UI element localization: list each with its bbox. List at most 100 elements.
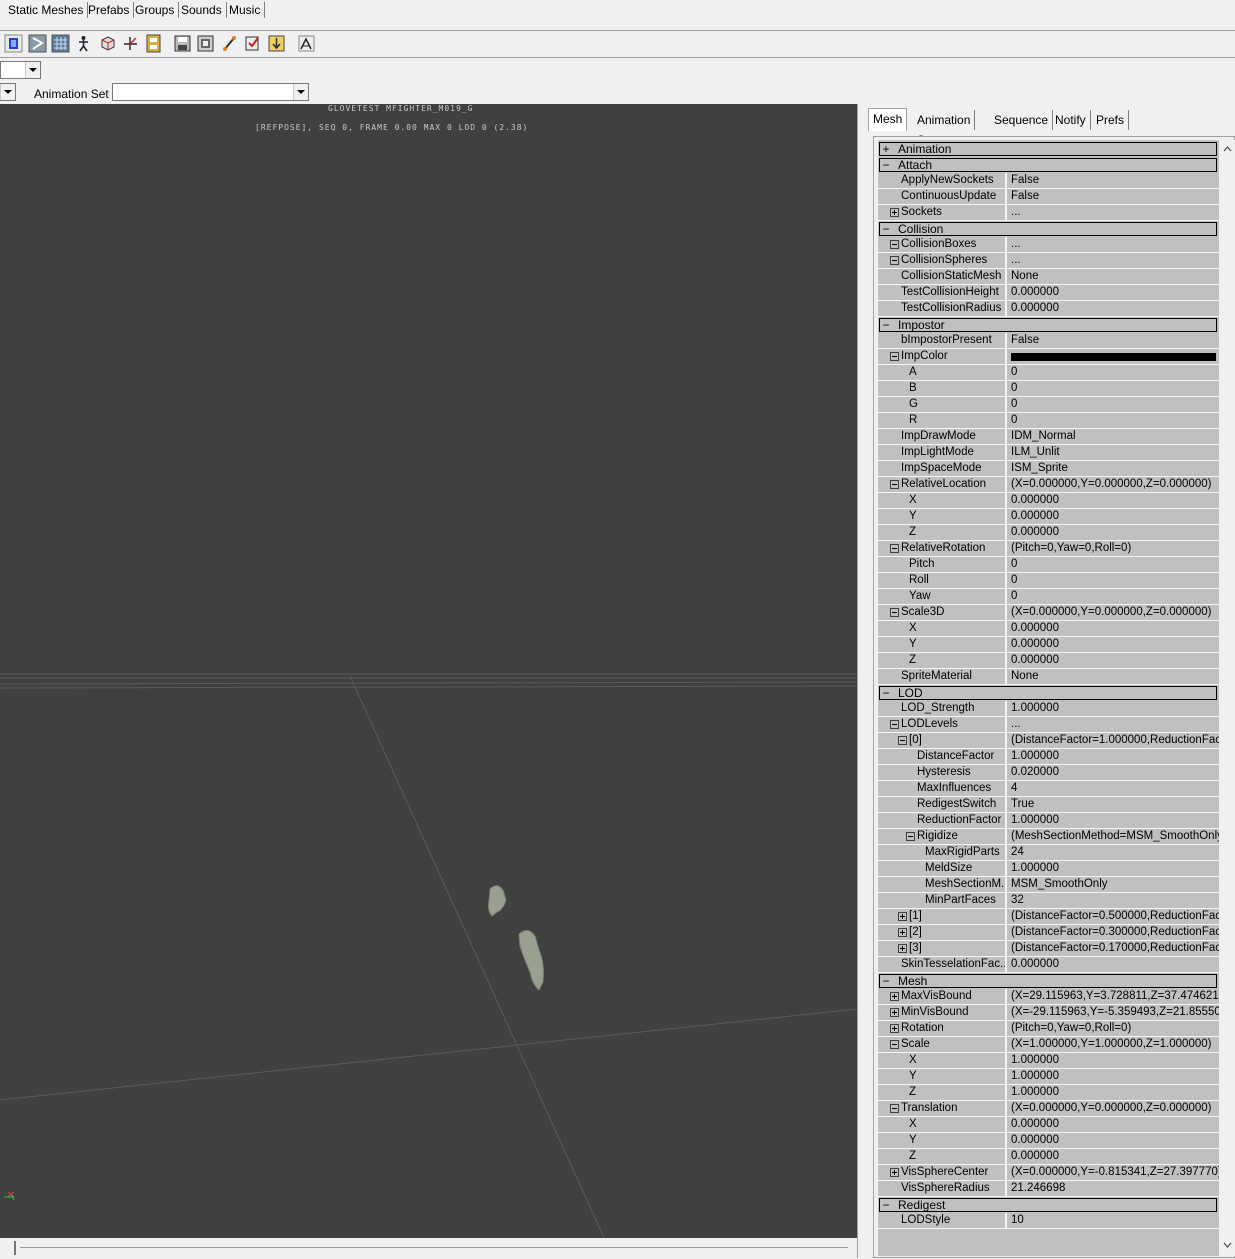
property-value[interactable]: MSM_SmoothOnly	[1007, 877, 1219, 893]
tab-notify[interactable]: Notify	[1051, 110, 1091, 130]
socket-icon[interactable]	[243, 34, 262, 53]
property-value[interactable]: True	[1007, 797, 1219, 813]
collapse-icon[interactable]	[906, 832, 915, 841]
property-value[interactable]: (X=1.000000,Y=1.000000,Z=1.000000)	[1007, 1037, 1219, 1053]
property-value[interactable]: 21.246698	[1007, 1181, 1219, 1197]
property-value[interactable]: (DistanceFactor=1.000000,ReductionFact..…	[1007, 733, 1219, 749]
property-row[interactable]: B0	[878, 381, 1219, 397]
tab-groups[interactable]: Groups	[131, 2, 180, 18]
property-value[interactable]: (X=29.115963,Y=3.728811,Z=37.474621)	[1007, 989, 1219, 1005]
expand-icon[interactable]	[898, 912, 907, 921]
expand-icon[interactable]	[898, 928, 907, 937]
property-value[interactable]: (DistanceFactor=0.170000,ReductionFact..…	[1007, 941, 1219, 957]
property-row[interactable]: Yaw 0	[878, 589, 1219, 605]
property-value[interactable]: False	[1007, 189, 1219, 205]
mesh-icon[interactable]	[4, 34, 23, 53]
property-value[interactable]: 32	[1007, 893, 1219, 909]
property-value[interactable]: 0.000000	[1007, 653, 1219, 669]
actor-icon[interactable]	[74, 34, 93, 53]
axis-icon[interactable]	[121, 34, 140, 53]
property-value[interactable]: 0.000000	[1007, 1117, 1219, 1133]
property-row[interactable]: RelativeLocation (X=0.000000,Y=0.000000,Z…	[878, 477, 1219, 493]
cube-icon[interactable]	[98, 34, 117, 53]
expand-icon[interactable]	[898, 944, 907, 953]
property-row[interactable]: SkinTesselationFac... 0.000000	[878, 957, 1219, 973]
3d-viewport[interactable]: GLOVETEST MFIGHTER_M019_G [REFPOSE], SEQ…	[0, 104, 857, 1238]
chevron-down-icon[interactable]	[0, 84, 15, 100]
property-value[interactable]: 0.000000	[1007, 301, 1219, 317]
property-value[interactable]: 0	[1007, 589, 1219, 605]
property-value[interactable]: (Pitch=0,Yaw=0,Roll=0)	[1007, 541, 1219, 557]
tab-music[interactable]: Music	[225, 2, 266, 18]
property-value[interactable]: None	[1007, 669, 1219, 685]
chevron-down-icon[interactable]	[25, 62, 40, 78]
property-value[interactable]: 1.000000	[1007, 813, 1219, 829]
property-row[interactable]: Y 0.000000	[878, 509, 1219, 525]
property-value[interactable]: 0	[1007, 557, 1219, 573]
color-swatch[interactable]	[1011, 353, 1216, 361]
property-row[interactable]: Z 0.000000	[878, 525, 1219, 541]
film-icon[interactable]	[144, 34, 163, 53]
property-row[interactable]: Hysteresis 0.020000	[878, 765, 1219, 781]
property-row[interactable]: ReductionFactor 1.000000	[878, 813, 1219, 829]
property-row[interactable]: MinPartFaces 32	[878, 893, 1219, 909]
vertical-scrollbar[interactable]	[1220, 140, 1235, 1256]
property-row[interactable]: [0] (DistanceFactor=1.000000,ReductionFac…	[878, 733, 1219, 749]
tab-animation-set[interactable]: Animation Set	[913, 110, 976, 147]
collapse-icon[interactable]: −	[881, 318, 891, 332]
property-value[interactable]: (MeshSectionMethod=MSM_SmoothOnly,...	[1007, 829, 1219, 845]
property-row[interactable]: Scale3D (X=0.000000,Y=0.000000,Z=0.000000…	[878, 605, 1219, 621]
property-row[interactable]: Rigidize (MeshSectionMethod=MSM_SmoothOnl…	[878, 829, 1219, 845]
property-value[interactable]: False	[1007, 333, 1219, 349]
tab-prefabs[interactable]: Prefabs	[84, 2, 135, 18]
property-row[interactable]: Y 0.000000	[878, 637, 1219, 653]
property-row[interactable]: ImpDrawMode IDM_Normal	[878, 429, 1219, 445]
property-row[interactable]: Z 0.000000	[878, 653, 1219, 669]
collapse-icon[interactable]	[890, 608, 899, 617]
property-row[interactable]: ContinuousUpdate False	[878, 189, 1219, 205]
property-value[interactable]: ILM_Unlit	[1007, 445, 1219, 461]
property-row[interactable]: X 0.000000	[878, 1117, 1219, 1133]
property-value[interactable]: None	[1007, 269, 1219, 285]
property-value[interactable]: ...	[1007, 205, 1219, 221]
import-icon[interactable]	[267, 34, 286, 53]
property-category[interactable]: + Animation	[878, 141, 1219, 157]
bone-icon[interactable]	[220, 34, 239, 53]
property-row[interactable]: LOD_Strength 1.000000	[878, 701, 1219, 717]
property-row[interactable]: MeshSectionM... MSM_SmoothOnly	[878, 877, 1219, 893]
property-row[interactable]: [1] (DistanceFactor=0.500000,ReductionFac…	[878, 909, 1219, 925]
property-value[interactable]: 10	[1007, 1213, 1219, 1229]
property-value[interactable]: 1.000000	[1007, 1069, 1219, 1085]
property-value[interactable]: 0.000000	[1007, 525, 1219, 541]
property-value[interactable]: IDM_Normal	[1007, 429, 1219, 445]
property-category[interactable]: − Attach	[878, 157, 1219, 173]
property-row[interactable]: LODLevels...	[878, 717, 1219, 733]
property-value[interactable]: 0.000000	[1007, 1133, 1219, 1149]
panel-splitter[interactable]	[857, 104, 864, 1258]
skeleton-select[interactable]	[0, 83, 16, 101]
property-row[interactable]: ImpSpaceMode ISM_Sprite	[878, 461, 1219, 477]
chevron-down-icon[interactable]	[293, 84, 308, 100]
expand-icon[interactable]	[890, 208, 899, 217]
property-value[interactable]: (X=0.000000,Y=-0.815341,Z=27.397770)	[1007, 1165, 1219, 1181]
property-row[interactable]: Y 0.000000	[878, 1133, 1219, 1149]
property-row[interactable]: Y 1.000000	[878, 1069, 1219, 1085]
property-value[interactable]	[1007, 349, 1219, 365]
expand-icon[interactable]	[890, 1024, 899, 1033]
property-value[interactable]: 0.020000	[1007, 765, 1219, 781]
property-value[interactable]: (DistanceFactor=0.500000,ReductionFact..…	[1007, 909, 1219, 925]
property-row[interactable]: CollisionBoxes...	[878, 237, 1219, 253]
property-category[interactable]: − LOD	[878, 685, 1219, 701]
property-value[interactable]: 0	[1007, 397, 1219, 413]
collapse-icon[interactable]	[890, 544, 899, 553]
property-row[interactable]: X 0.000000	[878, 621, 1219, 637]
collapse-icon[interactable]	[890, 480, 899, 489]
property-value[interactable]: False	[1007, 173, 1219, 189]
animation-set-select[interactable]	[112, 83, 309, 101]
property-value[interactable]: (X=0.000000,Y=0.000000,Z=0.000000)	[1007, 1101, 1219, 1117]
property-row[interactable]: MinVisBound (X=-29.115963,Y=-5.359493,Z=2…	[878, 1005, 1219, 1021]
collapse-icon[interactable]	[890, 240, 899, 249]
property-row[interactable]: Rotation (Pitch=0,Yaw=0,Roll=0)	[878, 1021, 1219, 1037]
script-icon[interactable]	[297, 34, 316, 53]
property-row[interactable]: CollisionSpheres...	[878, 253, 1219, 269]
